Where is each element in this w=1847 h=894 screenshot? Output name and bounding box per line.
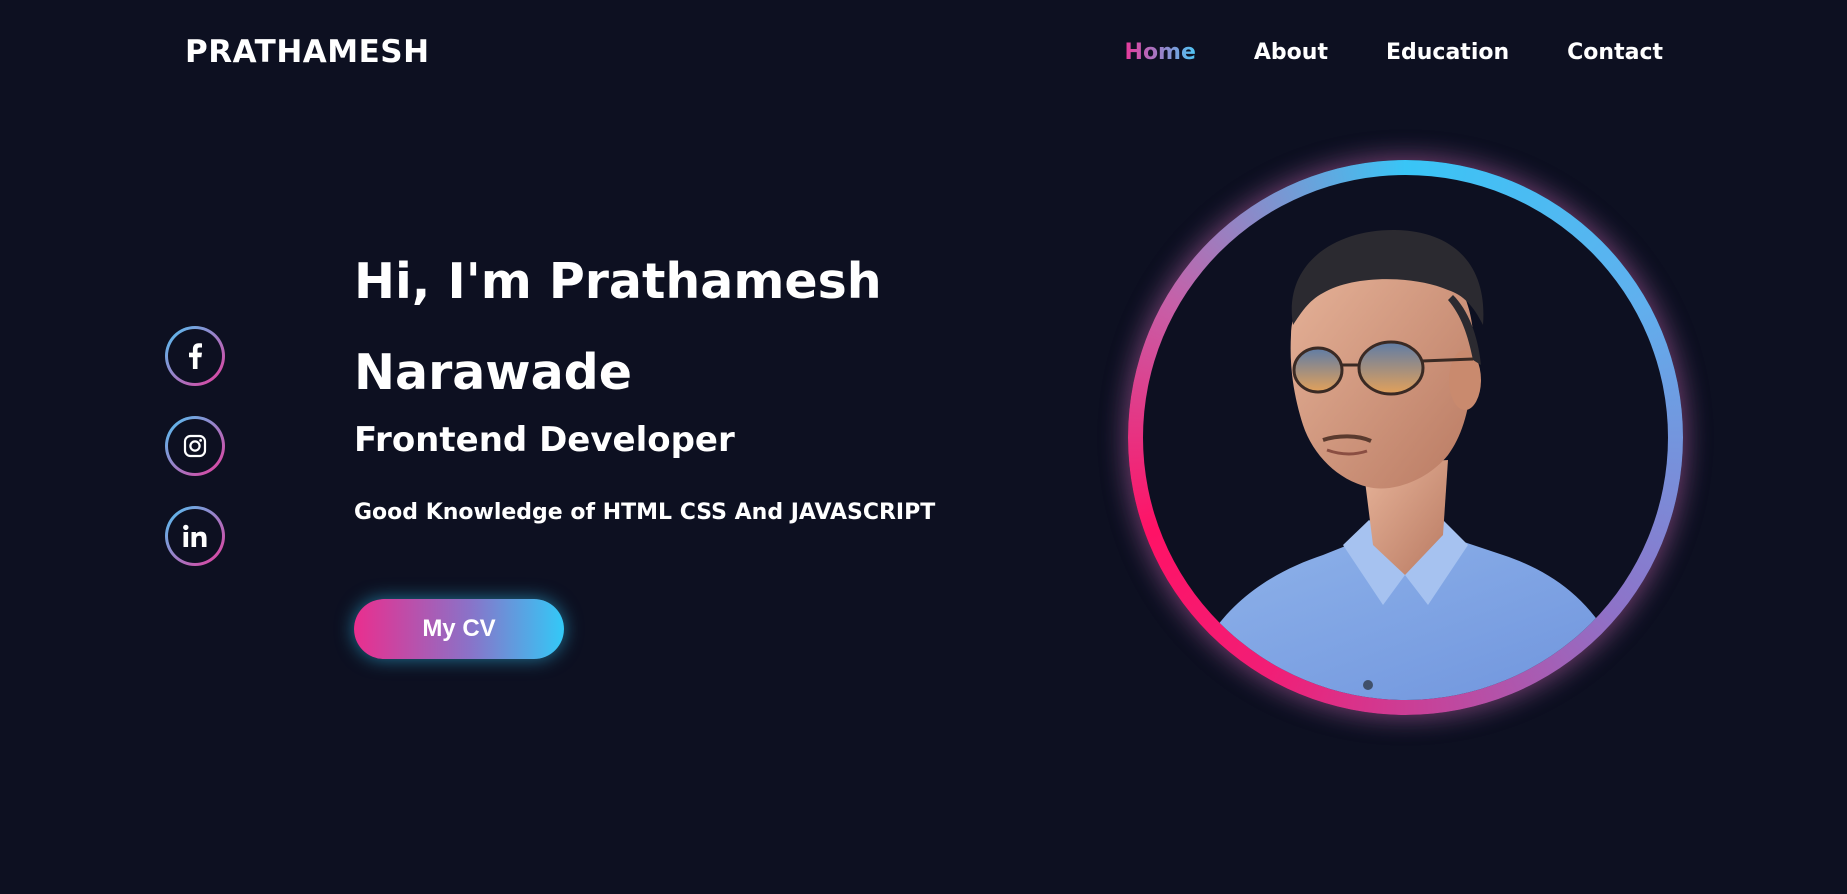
- hero-description: Good Knowledge of HTML CSS And JAVASCRIP…: [354, 500, 936, 525]
- main-nav: Home About Education Contact: [1125, 40, 1663, 65]
- social-links: [165, 326, 225, 566]
- hero-role: Frontend Developer: [354, 420, 735, 460]
- facebook-button[interactable]: [165, 326, 225, 386]
- person-illustration: [1183, 230, 1633, 700]
- my-cv-button[interactable]: My CV: [354, 599, 564, 659]
- hero-heading: Hi, I'm Prathamesh Narawade: [354, 236, 935, 418]
- hero-heading-line2: Narawade: [354, 344, 632, 401]
- site-logo[interactable]: PRATHAMESH: [185, 34, 430, 70]
- nav-education-link[interactable]: Education: [1386, 40, 1509, 65]
- profile-photo: [1143, 175, 1668, 700]
- instagram-button[interactable]: [165, 416, 225, 476]
- linkedin-icon: [183, 524, 207, 547]
- hero-section: Hi, I'm Prathamesh Narawade Frontend Dev…: [354, 236, 935, 659]
- nav-home-link[interactable]: Home: [1125, 40, 1196, 65]
- facebook-icon: [189, 343, 202, 369]
- nav-about-link[interactable]: About: [1254, 40, 1328, 65]
- linkedin-button[interactable]: [165, 506, 225, 566]
- nav-contact-link[interactable]: Contact: [1567, 40, 1663, 65]
- hero-heading-line1: Hi, I'm Prathamesh: [354, 253, 882, 310]
- profile-photo-frame: [1128, 160, 1683, 715]
- page: PRATHAMESH Home About Education Contact: [0, 0, 1847, 894]
- instagram-icon: [183, 434, 207, 458]
